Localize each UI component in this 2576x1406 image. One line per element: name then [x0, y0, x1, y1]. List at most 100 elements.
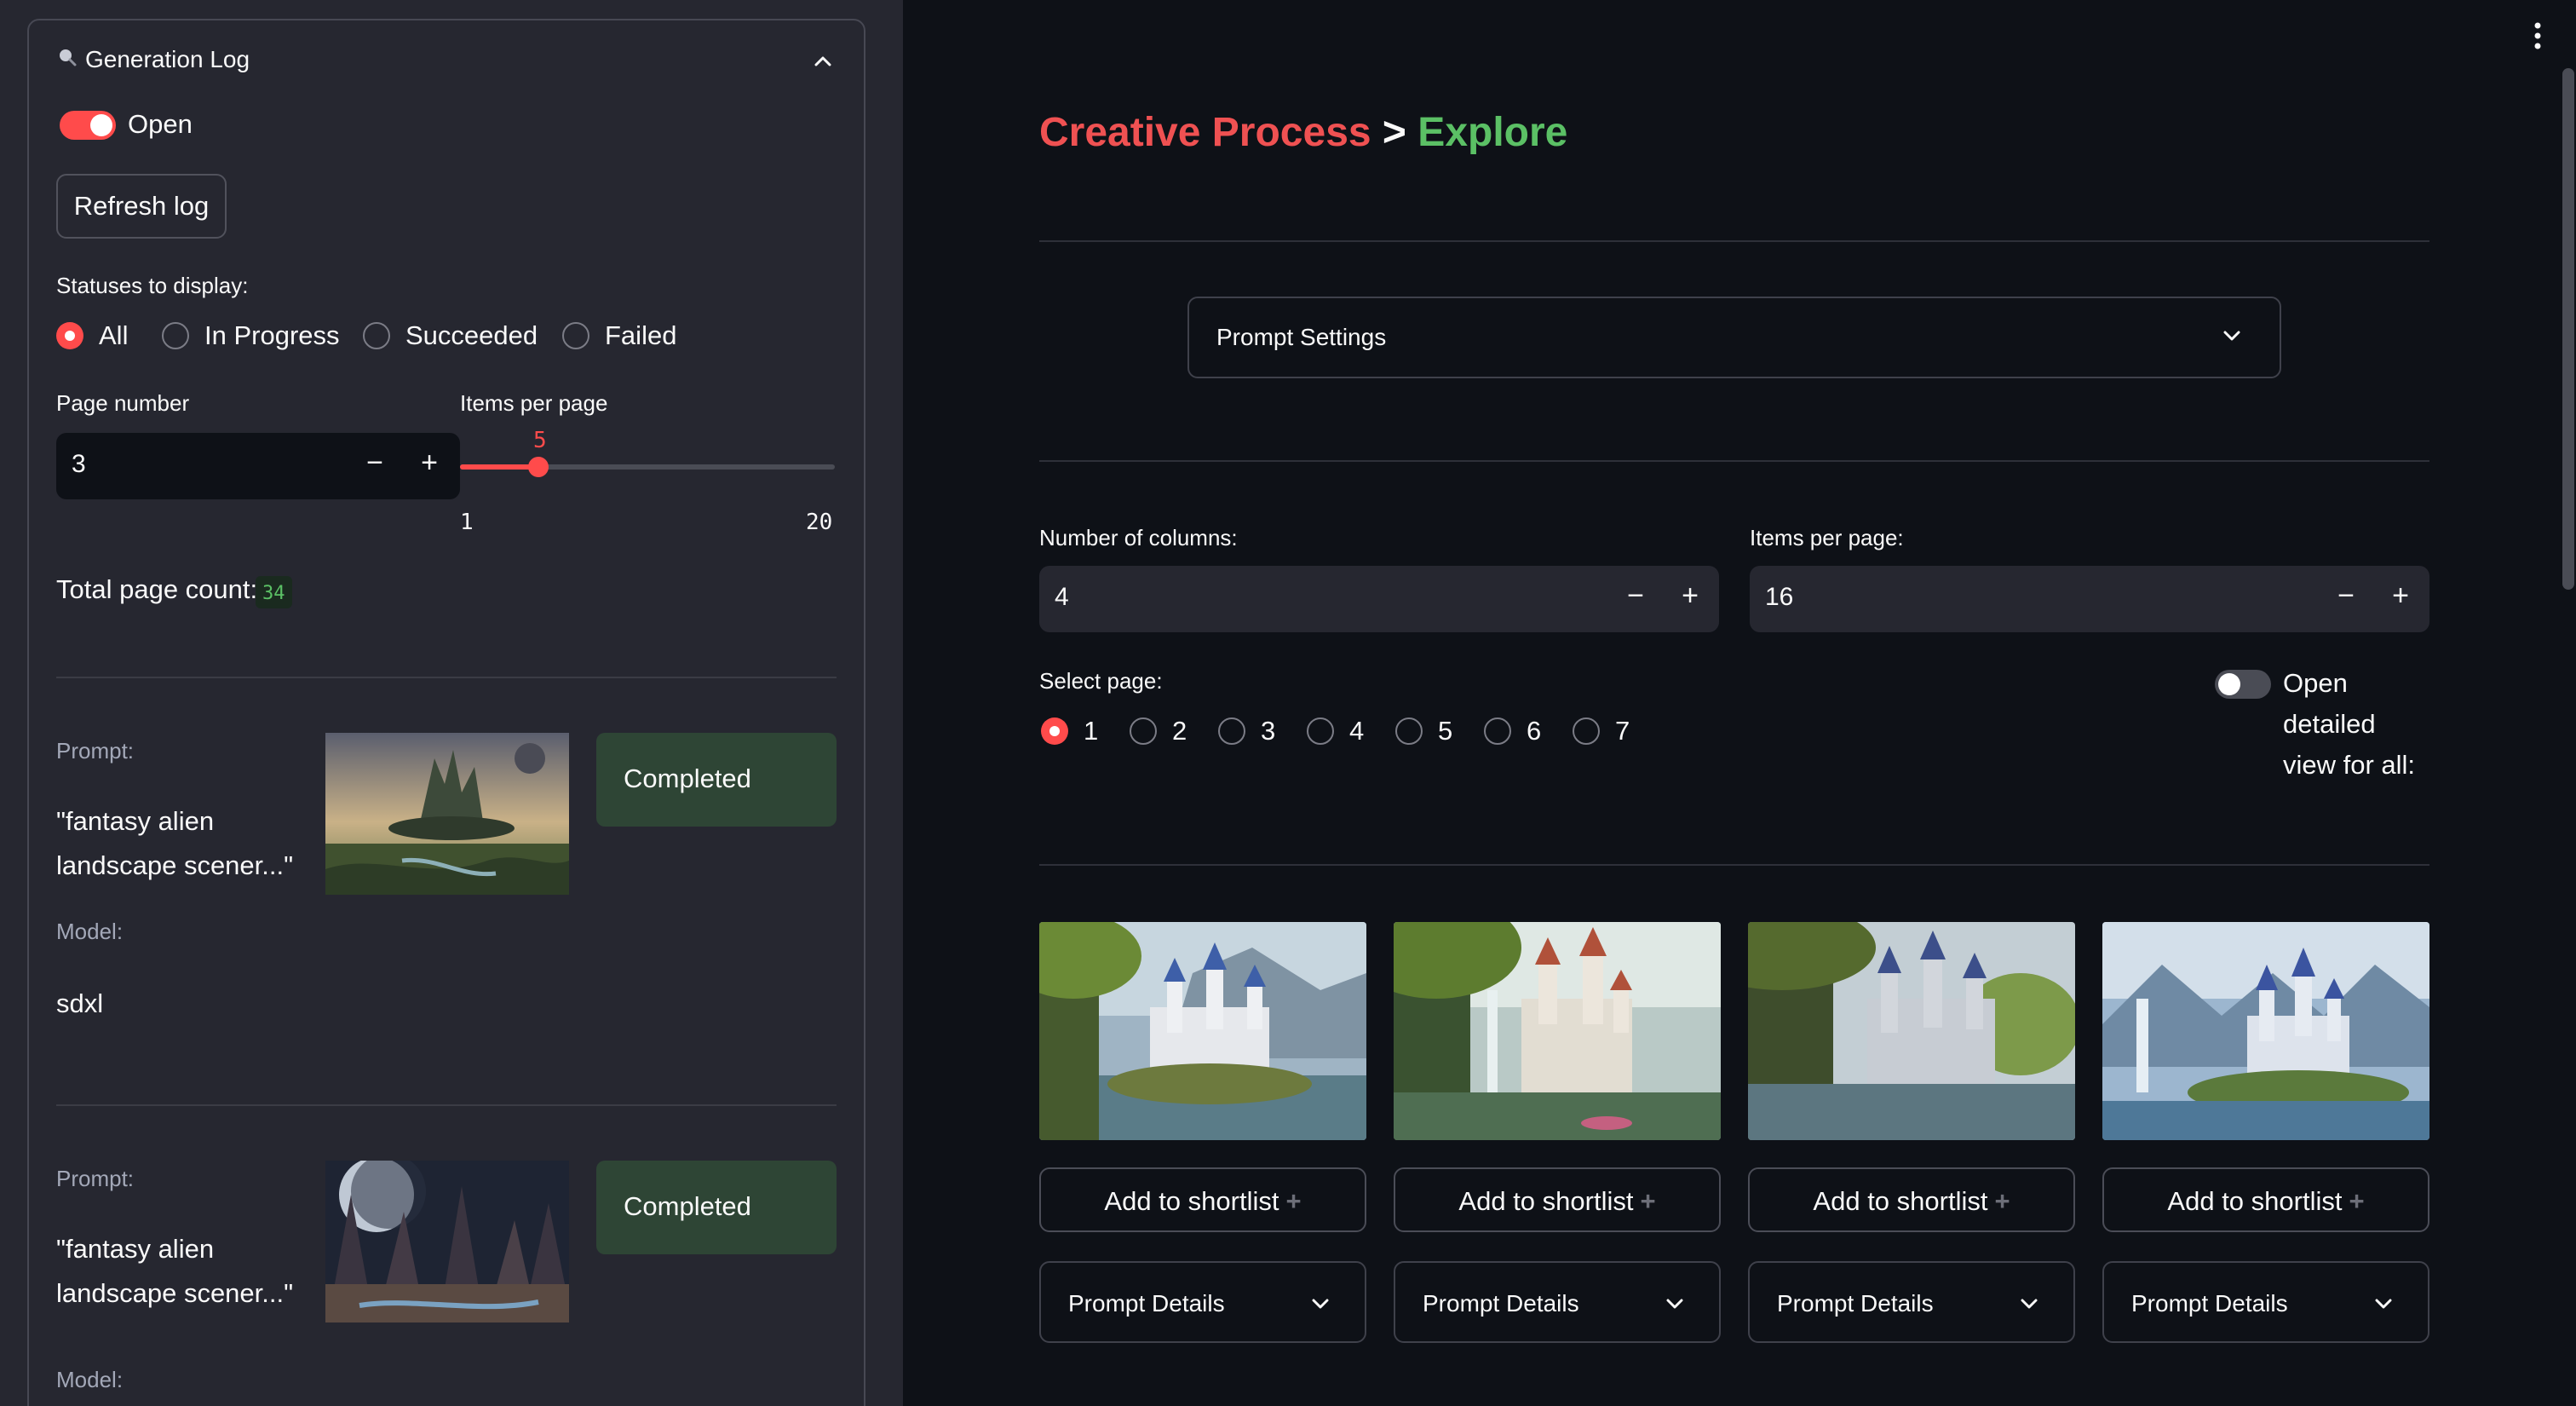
page-radio-3[interactable] [1218, 717, 1245, 745]
slider-thumb[interactable] [528, 457, 549, 477]
castle-image [1394, 922, 1721, 1140]
castle-image-3[interactable] [1748, 922, 2075, 1140]
shortlist-label: Add to shortlist [1458, 1186, 1634, 1216]
log-prompt-label: Prompt: [56, 738, 135, 764]
log-prompt-line: "fantasy alien [56, 806, 215, 836]
expander-title: Generation Log [85, 46, 250, 72]
log-prompt-line: "fantasy alien [56, 1234, 215, 1264]
page-radio-5[interactable] [1395, 717, 1423, 745]
chevron-down-icon [2021, 1299, 2038, 1309]
sidebar: Generation Log Open Refresh log Statuses… [0, 0, 903, 1406]
status-completed-badge: Completed [596, 733, 837, 827]
add-to-shortlist-button[interactable]: Add to shortlist + [1748, 1167, 2075, 1232]
title-part1: Creative Process [1039, 110, 1371, 155]
page-number-label: Page number [56, 390, 190, 416]
slider-max: 20 [806, 510, 833, 535]
columns-input[interactable]: 4 − + [1039, 566, 1719, 632]
page-radio-2[interactable] [1130, 717, 1157, 745]
alien-planet-image [325, 1161, 569, 1322]
page-title: Creative Process > Explore [1039, 109, 1567, 156]
minus-icon[interactable]: − [358, 447, 392, 480]
plus-icon[interactable]: + [1673, 579, 1707, 613]
log-thumbnail[interactable] [325, 1161, 569, 1322]
divider [1039, 864, 2429, 866]
shortlist-label: Add to shortlist [1104, 1186, 1279, 1216]
items-per-page-input[interactable]: 16 − + [1750, 566, 2429, 632]
log-prompt-line: landscape scener..." [56, 1278, 294, 1308]
total-page-count-badge: 34 [256, 576, 292, 608]
shortlist-label: Add to shortlist [1813, 1186, 1988, 1216]
plus-icon: + [2349, 1186, 2365, 1216]
log-model-label: Model: [56, 1367, 124, 1392]
prompt-details-label: Prompt Details [2131, 1290, 2288, 1317]
castle-image [1039, 922, 1366, 1140]
items-per-page-label: Items per page [460, 390, 608, 416]
page-radio-4[interactable] [1307, 717, 1334, 745]
page-option-6: 6 [1527, 716, 1542, 746]
page-radio-7[interactable] [1573, 717, 1600, 745]
plus-icon: + [1994, 1186, 2010, 1216]
chevron-down-icon [2375, 1299, 2392, 1309]
generation-log-header[interactable]: Generation Log [29, 20, 864, 102]
items-per-page-value: 16 [1765, 583, 1794, 611]
generation-log-expander: Generation Log Open Refresh log Statuses… [27, 19, 865, 1406]
log-open-toggle[interactable] [60, 111, 116, 140]
page-option-1: 1 [1084, 716, 1099, 746]
chevron-up-icon[interactable] [814, 55, 831, 66]
scrollbar[interactable] [2562, 68, 2574, 590]
prompt-details-expander[interactable]: Prompt Details [2102, 1261, 2429, 1343]
plus-icon[interactable]: + [2383, 579, 2418, 613]
slider-fill [460, 464, 538, 470]
log-thumbnail[interactable] [325, 733, 569, 895]
add-to-shortlist-button[interactable]: Add to shortlist + [2102, 1167, 2429, 1232]
prompt-settings-select[interactable]: Prompt Settings [1187, 297, 2281, 378]
status-text: Completed [624, 1191, 751, 1221]
refresh-log-button[interactable]: Refresh log [56, 174, 227, 239]
status-option-all: All [99, 320, 129, 350]
minus-icon[interactable]: − [2329, 579, 2363, 613]
plus-icon: + [1285, 1186, 1302, 1216]
castle-image [1748, 922, 2075, 1140]
divider [1039, 240, 2429, 242]
add-to-shortlist-button[interactable]: Add to shortlist + [1394, 1167, 1721, 1232]
add-to-shortlist-button[interactable]: Add to shortlist + [1039, 1167, 1366, 1232]
status-radio-failed[interactable] [562, 322, 589, 349]
status-radio-succeeded[interactable] [363, 322, 390, 349]
detailed-view-toggle[interactable] [2215, 670, 2271, 699]
plus-icon[interactable]: + [412, 447, 446, 480]
castle-image-4[interactable] [2102, 922, 2429, 1140]
prompt-details-expander[interactable]: Prompt Details [1394, 1261, 1721, 1343]
page-radio-1[interactable] [1041, 717, 1068, 745]
detailed-view-label-line: view for all: [2283, 750, 2416, 780]
columns-value: 4 [1055, 583, 1069, 611]
status-radio-all[interactable] [56, 322, 83, 349]
page-radio-6[interactable] [1484, 717, 1511, 745]
divider [1039, 460, 2429, 462]
title-separator: > [1382, 110, 1406, 155]
minus-icon[interactable]: − [1619, 579, 1653, 613]
magnifier-icon [60, 49, 77, 66]
kebab-menu-icon[interactable] [2533, 22, 2542, 49]
page-option-5: 5 [1438, 716, 1453, 746]
prompt-details-expander[interactable]: Prompt Details [1039, 1261, 1366, 1343]
status-option-in-progress: In Progress [204, 320, 340, 350]
total-page-count-label: Total page count: [56, 574, 258, 604]
prompt-settings-value: Prompt Settings [1216, 324, 1387, 350]
status-radio-in-progress[interactable] [162, 322, 189, 349]
status-option-failed: Failed [605, 320, 677, 350]
page-option-7: 7 [1615, 716, 1630, 746]
columns-label: Number of columns: [1039, 525, 1238, 550]
castle-image-2[interactable] [1394, 922, 1721, 1140]
prompt-details-label: Prompt Details [1068, 1290, 1225, 1317]
castle-image-1[interactable] [1039, 922, 1366, 1140]
items-per-page-slider-track[interactable] [460, 464, 835, 470]
log-prompt-line: landscape scener..." [56, 850, 294, 880]
main-content: Creative Process > Explore Prompt Settin… [903, 0, 2576, 1406]
log-model-value: sdxl [56, 988, 104, 1018]
prompt-details-expander[interactable]: Prompt Details [1748, 1261, 2075, 1343]
page-number-input[interactable]: 3 − + [56, 433, 460, 499]
title-part2: Explore [1417, 110, 1568, 155]
status-option-succeeded: Succeeded [405, 320, 538, 350]
prompt-details-label: Prompt Details [1423, 1290, 1579, 1317]
divider [56, 677, 837, 678]
